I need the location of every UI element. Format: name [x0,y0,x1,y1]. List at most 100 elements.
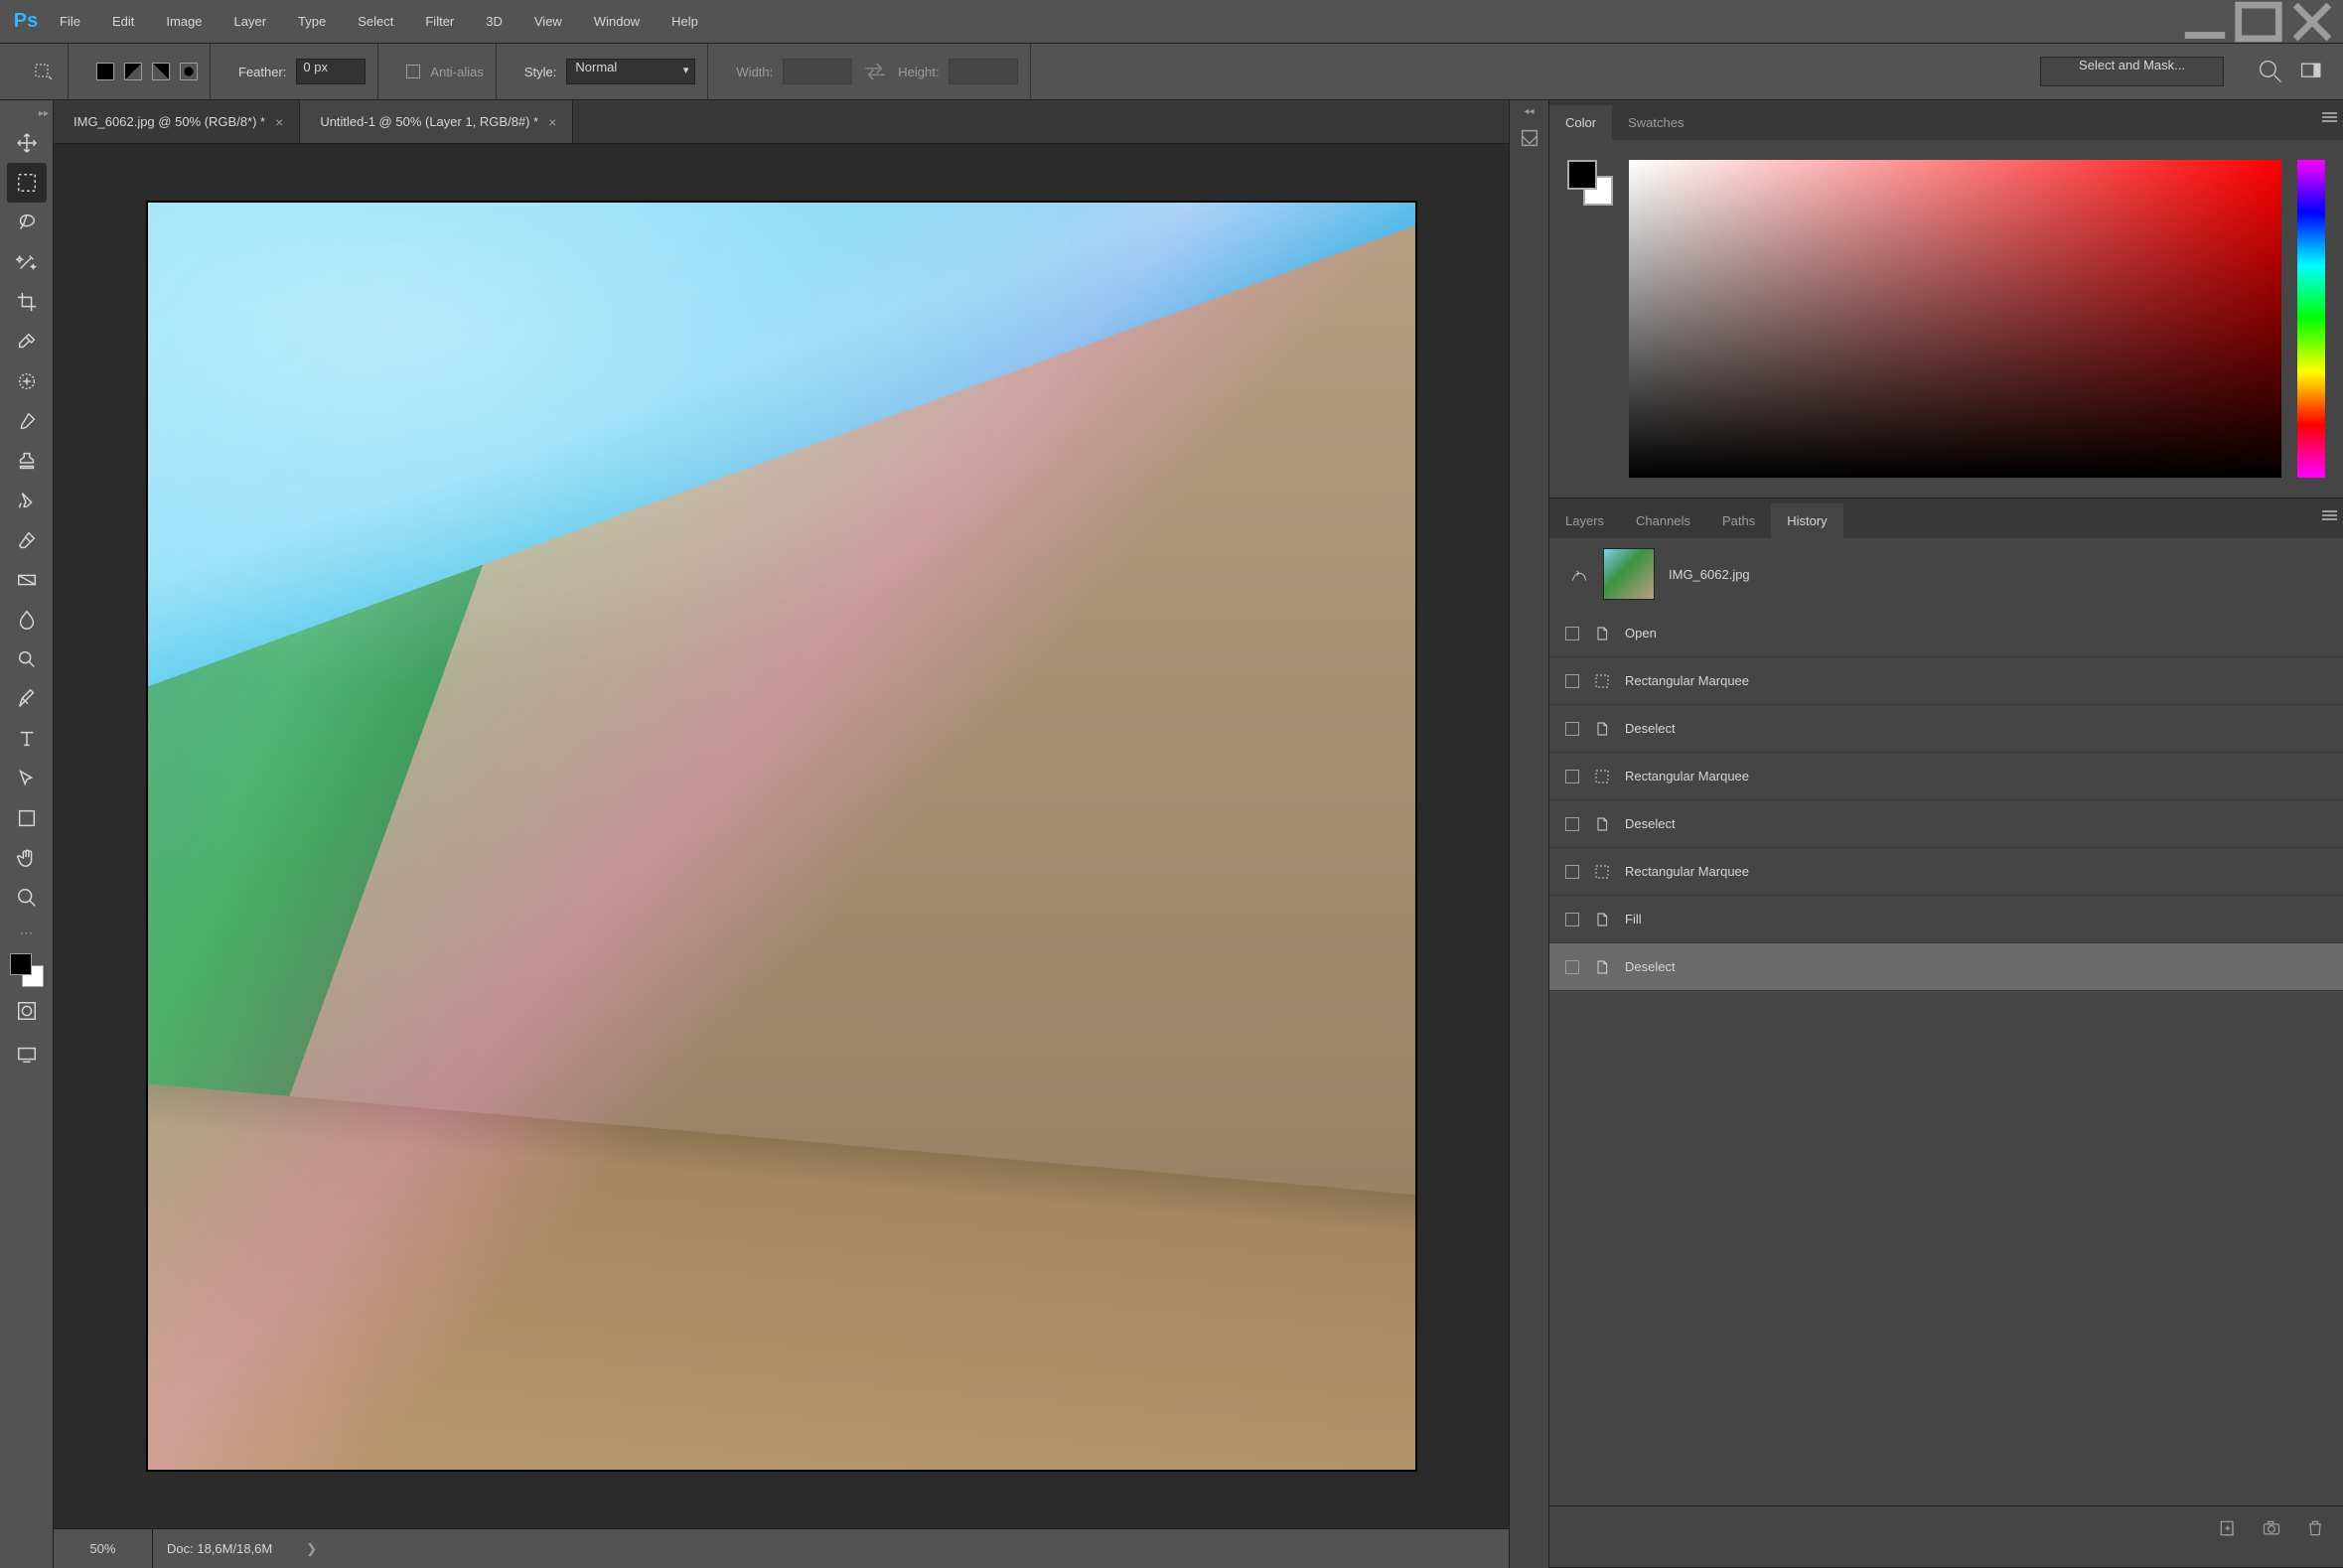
feather-input[interactable]: 0 px [296,59,366,84]
type-tool[interactable] [7,719,47,759]
dodge-tool[interactable] [7,640,47,679]
history-source-toggle[interactable] [1565,722,1579,736]
tab-channels[interactable]: Channels [1620,503,1706,538]
width-label: Width: [736,65,773,79]
history-state-row[interactable]: IMG_6062.jpg [1549,538,2343,610]
close-icon[interactable]: × [548,114,556,130]
gradient-tool[interactable] [7,560,47,600]
move-tool[interactable] [7,123,47,163]
spot-healing-tool[interactable] [7,361,47,401]
intersect-selection-icon[interactable] [180,63,198,80]
window-minimize-button[interactable] [2178,0,2232,44]
color-panel-menu-icon[interactable] [2322,110,2337,124]
app-logo: Ps [8,4,44,40]
color-foreground[interactable] [1567,160,1597,190]
color-field[interactable] [1629,160,2281,478]
tab-paths[interactable]: Paths [1706,503,1771,538]
new-doc-from-state-icon[interactable] [2218,1518,2238,1538]
menu-view[interactable]: View [518,0,578,44]
add-selection-icon[interactable] [124,63,142,80]
history-source-toggle[interactable] [1565,913,1579,927]
magic-wand-tool[interactable] [7,242,47,282]
shape-tool[interactable] [7,798,47,838]
swap-dims-icon [862,59,888,84]
pen-tool[interactable] [7,679,47,719]
toolbox-collapse-icon[interactable]: ▸▸ [39,108,53,119]
eyedropper-tool[interactable] [7,322,47,361]
hue-slider[interactable] [2297,160,2325,478]
history-state-thumb [1603,548,1655,600]
history-item-6[interactable]: Fill [1549,896,2343,943]
crop-tool[interactable] [7,282,47,322]
clone-stamp-tool[interactable] [7,441,47,481]
zoom-tool[interactable] [7,878,47,918]
close-icon[interactable]: × [275,114,283,130]
quickmask-tool[interactable] [7,991,47,1031]
tab-history[interactable]: History [1771,503,1842,538]
tab-layers[interactable]: Layers [1549,503,1620,538]
workspace-switcher-icon[interactable] [2299,59,2325,84]
fg-bg-swatch[interactable] [10,953,44,987]
history-item-label: Deselect [1625,816,1676,831]
swatches-tab[interactable]: Swatches [1612,105,1699,140]
tool-preset-picker[interactable] [30,59,56,84]
menu-layer[interactable]: Layer [219,0,283,44]
delete-icon[interactable] [2305,1518,2325,1538]
search-icon[interactable] [2258,59,2283,84]
doc-info[interactable]: Doc: 18,6M/18,6M [153,1541,286,1556]
history-brush-tool[interactable] [7,481,47,520]
history-item-4[interactable]: Deselect [1549,800,2343,848]
window-close-button[interactable] [2285,0,2339,44]
history-panel-menu-icon[interactable] [2322,508,2337,522]
lasso-tool[interactable] [7,203,47,242]
file-icon [1591,623,1613,644]
style-dropdown[interactable]: Normal [566,59,695,84]
history-item-7[interactable]: Deselect [1549,943,2343,991]
menu-edit[interactable]: Edit [96,0,150,44]
menu-window[interactable]: Window [578,0,656,44]
menu-type[interactable]: Type [282,0,342,44]
doc-tab-1[interactable]: Untitled-1 @ 50% (Layer 1, RGB/8#) *× [300,100,573,143]
history-source-toggle[interactable] [1565,865,1579,879]
history-item-3[interactable]: Rectangular Marquee [1549,753,2343,800]
marquee-icon [1591,670,1613,692]
window-maximize-button[interactable] [2232,0,2285,44]
document-canvas[interactable] [146,201,1417,1472]
history-item-2[interactable]: Deselect [1549,705,2343,753]
canvas-viewport[interactable] [54,144,1509,1528]
subtract-selection-icon[interactable] [152,63,170,80]
screenmode-tool[interactable] [7,1035,47,1074]
doc-tab-0[interactable]: IMG_6062.jpg @ 50% (RGB/8*) *× [54,100,300,143]
history-item-0[interactable]: Open [1549,610,2343,657]
menu-file[interactable]: File [44,0,96,44]
history-item-5[interactable]: Rectangular Marquee [1549,848,2343,896]
history-state-label: IMG_6062.jpg [1669,567,1750,582]
select-and-mask-button[interactable]: Select and Mask... [2040,57,2224,86]
brush-tool[interactable] [7,401,47,441]
dock-toggle[interactable]: ◂◂ [1509,100,1548,1568]
color-fgbg-swatch[interactable] [1567,160,1613,206]
menu-filter[interactable]: Filter [409,0,470,44]
menu-image[interactable]: Image [150,0,218,44]
menu-3d[interactable]: 3D [470,0,518,44]
menu-select[interactable]: Select [342,0,409,44]
menu-help[interactable]: Help [656,0,714,44]
new-selection-icon[interactable] [96,63,114,80]
color-tab[interactable]: Color [1549,105,1612,140]
history-source-toggle[interactable] [1565,627,1579,641]
blur-tool[interactable] [7,600,47,640]
history-source-toggle[interactable] [1565,817,1579,831]
marquee-tool[interactable] [7,163,47,203]
foreground-color[interactable] [10,953,32,975]
history-source-toggle[interactable] [1565,674,1579,688]
snapshot-icon[interactable] [2262,1518,2281,1538]
hand-tool[interactable] [7,838,47,878]
eraser-tool[interactable] [7,520,47,560]
history-source-toggle[interactable] [1565,770,1579,784]
status-menu-icon[interactable]: ❯ [306,1541,317,1557]
zoom-display[interactable]: 50% [54,1529,153,1568]
path-select-tool[interactable] [7,759,47,798]
history-item-1[interactable]: Rectangular Marquee [1549,657,2343,705]
history-source-toggle[interactable] [1565,960,1579,974]
history-item-label: Deselect [1625,959,1676,974]
